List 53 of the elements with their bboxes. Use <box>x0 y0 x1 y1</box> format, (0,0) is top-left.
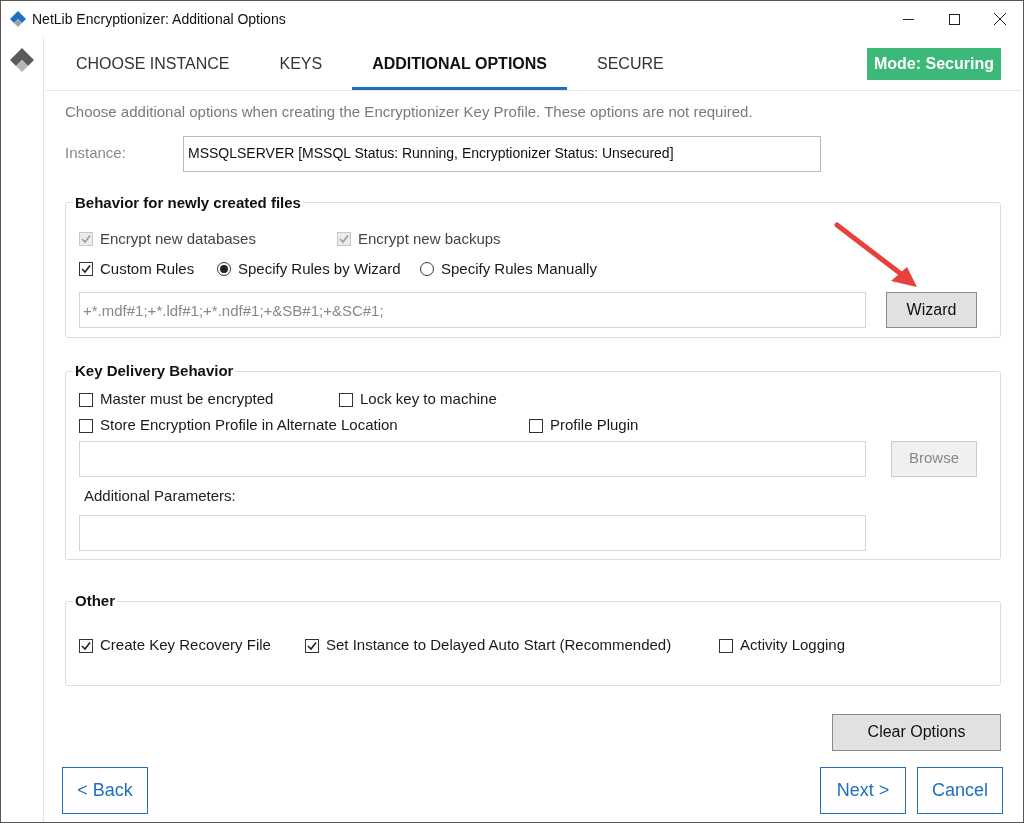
radio-label: Specify Rules Manually <box>441 258 597 279</box>
checkbox-label: Custom Rules <box>100 258 195 279</box>
checkbox[interactable] <box>79 418 93 433</box>
checkmark-icon <box>81 264 91 274</box>
checkmark-icon <box>339 234 349 244</box>
mode-badge: Mode: Securing <box>867 47 1001 80</box>
checkbox-label: Encrypt new databases <box>100 228 256 249</box>
checkbox-label: Activity Logging <box>740 635 846 656</box>
tab[interactable]: SECURE <box>577 37 684 90</box>
radio-button[interactable] <box>420 262 434 276</box>
close-icon <box>994 13 1006 25</box>
instance-field[interactable]: MSSQLSERVER [MSSQL Status: Running, Encryptionizer Status: Unsecured] <box>183 135 821 172</box>
checkbox-label: Lock key to machine <box>360 389 497 410</box>
group-title: Behavior for newly created files <box>74 192 302 213</box>
window-title: NetLib Encryptionizer: Additional Options <box>32 9 286 29</box>
wizard-button[interactable]: Wizard <box>886 292 977 328</box>
checkbox[interactable] <box>339 392 353 407</box>
checkbox[interactable] <box>79 392 93 407</box>
checkbox[interactable] <box>79 638 93 653</box>
description-text: Choose additional options when creating the Encryptionizer Key Profile. These options are not required. <box>65 102 754 122</box>
instance-label: Instance: <box>65 143 127 164</box>
checkmark-icon <box>81 640 91 651</box>
back-button[interactable]: < Back <box>62 766 148 814</box>
tab[interactable]: CHOOSE INSTANCE <box>56 37 250 90</box>
app-logo-icon <box>9 10 27 28</box>
checkbox-label: Set Instance to Delayed Auto Start (Recommended) <box>326 635 672 656</box>
radio-label: Specify Rules by Wizard <box>238 258 401 279</box>
checkbox[interactable] <box>305 638 319 653</box>
maximize-icon <box>948 13 960 25</box>
checkbox-label: Profile Plugin <box>550 415 639 436</box>
app-logo-icon <box>9 47 35 73</box>
parameters-label: Additional Parameters: <box>84 485 237 506</box>
checkmark-icon <box>307 640 317 651</box>
checkbox-label: Create Key Recovery File <box>100 635 271 656</box>
tab[interactable]: KEYS <box>259 37 343 90</box>
minimize-icon <box>902 18 914 20</box>
cancel-button[interactable]: Cancel <box>917 766 1003 814</box>
next-button[interactable]: Next > <box>820 766 906 814</box>
parameters-field[interactable] <box>79 515 866 551</box>
group-title: Other <box>74 591 116 611</box>
checkbox[interactable] <box>79 262 93 276</box>
radio-button[interactable] <box>217 262 231 276</box>
checkbox-label: Master must be encrypted <box>100 389 274 410</box>
checkmark-icon <box>81 234 91 244</box>
checkbox[interactable] <box>529 418 543 433</box>
location-field[interactable] <box>79 440 866 477</box>
checkbox-label: Store Encryption Profile in Alternate Location <box>100 415 398 436</box>
group-title: Key Delivery Behavior <box>74 361 235 381</box>
rules-field[interactable]: +*.mdf#1;+*.ldf#1;+*.ndf#1;+&SB#1;+&SC#1; <box>79 292 866 328</box>
tab[interactable]: ADDITIONAL OPTIONS <box>352 37 567 90</box>
clear-options-button[interactable]: Clear Options <box>832 713 1001 751</box>
checkbox[interactable] <box>719 638 733 653</box>
checkbox-label: Encrypt new backups <box>358 228 501 249</box>
